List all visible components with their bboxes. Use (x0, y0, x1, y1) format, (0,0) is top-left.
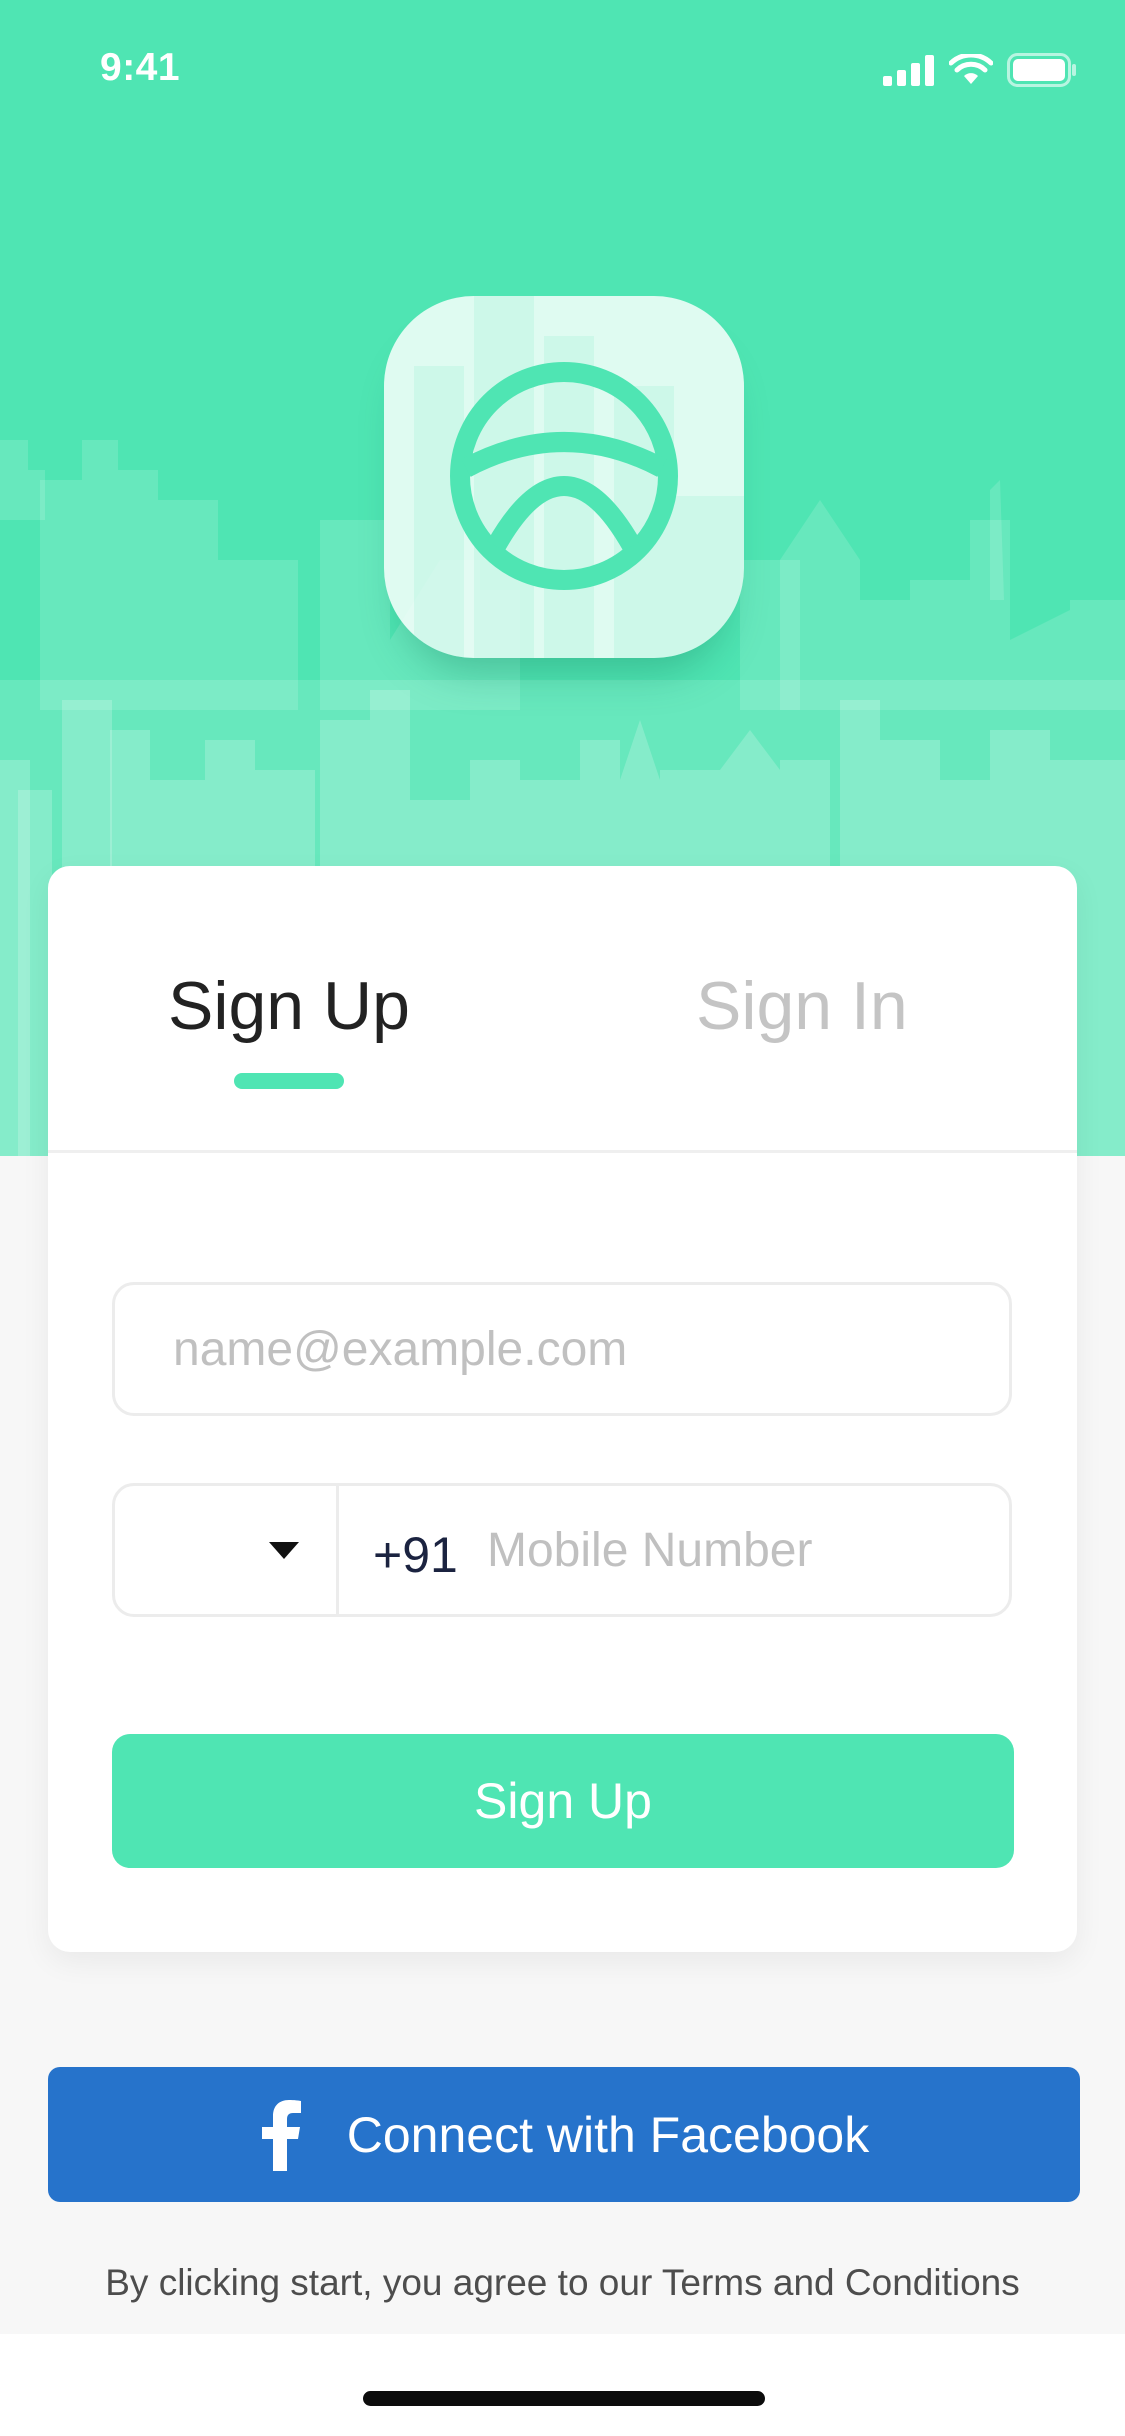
wifi-icon (949, 54, 993, 84)
auth-card: Sign Up Sign In +91 Sign Up (48, 866, 1077, 1952)
tab-sign-in[interactable]: Sign In (696, 966, 908, 1046)
email-input[interactable] (115, 1285, 1009, 1413)
mobile-number-input[interactable] (487, 1486, 1007, 1614)
status-bar: 9:41 (0, 0, 1125, 132)
active-tab-indicator (234, 1073, 344, 1089)
tab-sign-up[interactable]: Sign Up (168, 966, 410, 1046)
facebook-icon (261, 2099, 301, 2171)
auth-tabs: Sign Up Sign In (48, 866, 1077, 1153)
status-time: 9:41 (100, 46, 181, 89)
caret-down-icon (269, 1542, 299, 1559)
sign-up-button[interactable]: Sign Up (112, 1734, 1014, 1868)
signal-icon (883, 55, 934, 86)
signup-screen: 9:41 Sign Up Sign In name@example.com +9… (0, 0, 1125, 2436)
app-logo (384, 296, 744, 658)
dial-code: +91 (373, 1527, 458, 1583)
status-icons (883, 50, 1077, 90)
facebook-connect-button[interactable]: Connect with Facebook (48, 2067, 1080, 2202)
email-field-container (112, 1282, 1012, 1416)
country-code-dropdown[interactable] (115, 1486, 339, 1614)
phone-field-container: +91 (112, 1483, 1012, 1617)
bottom-safe-area (0, 2334, 1125, 2436)
terms-text: By clicking start, you agree to our Term… (105, 2262, 1020, 2303)
facebook-button-label: Connect with Facebook (346, 2106, 870, 2163)
battery-icon (1007, 53, 1076, 87)
home-indicator[interactable] (363, 2391, 765, 2406)
